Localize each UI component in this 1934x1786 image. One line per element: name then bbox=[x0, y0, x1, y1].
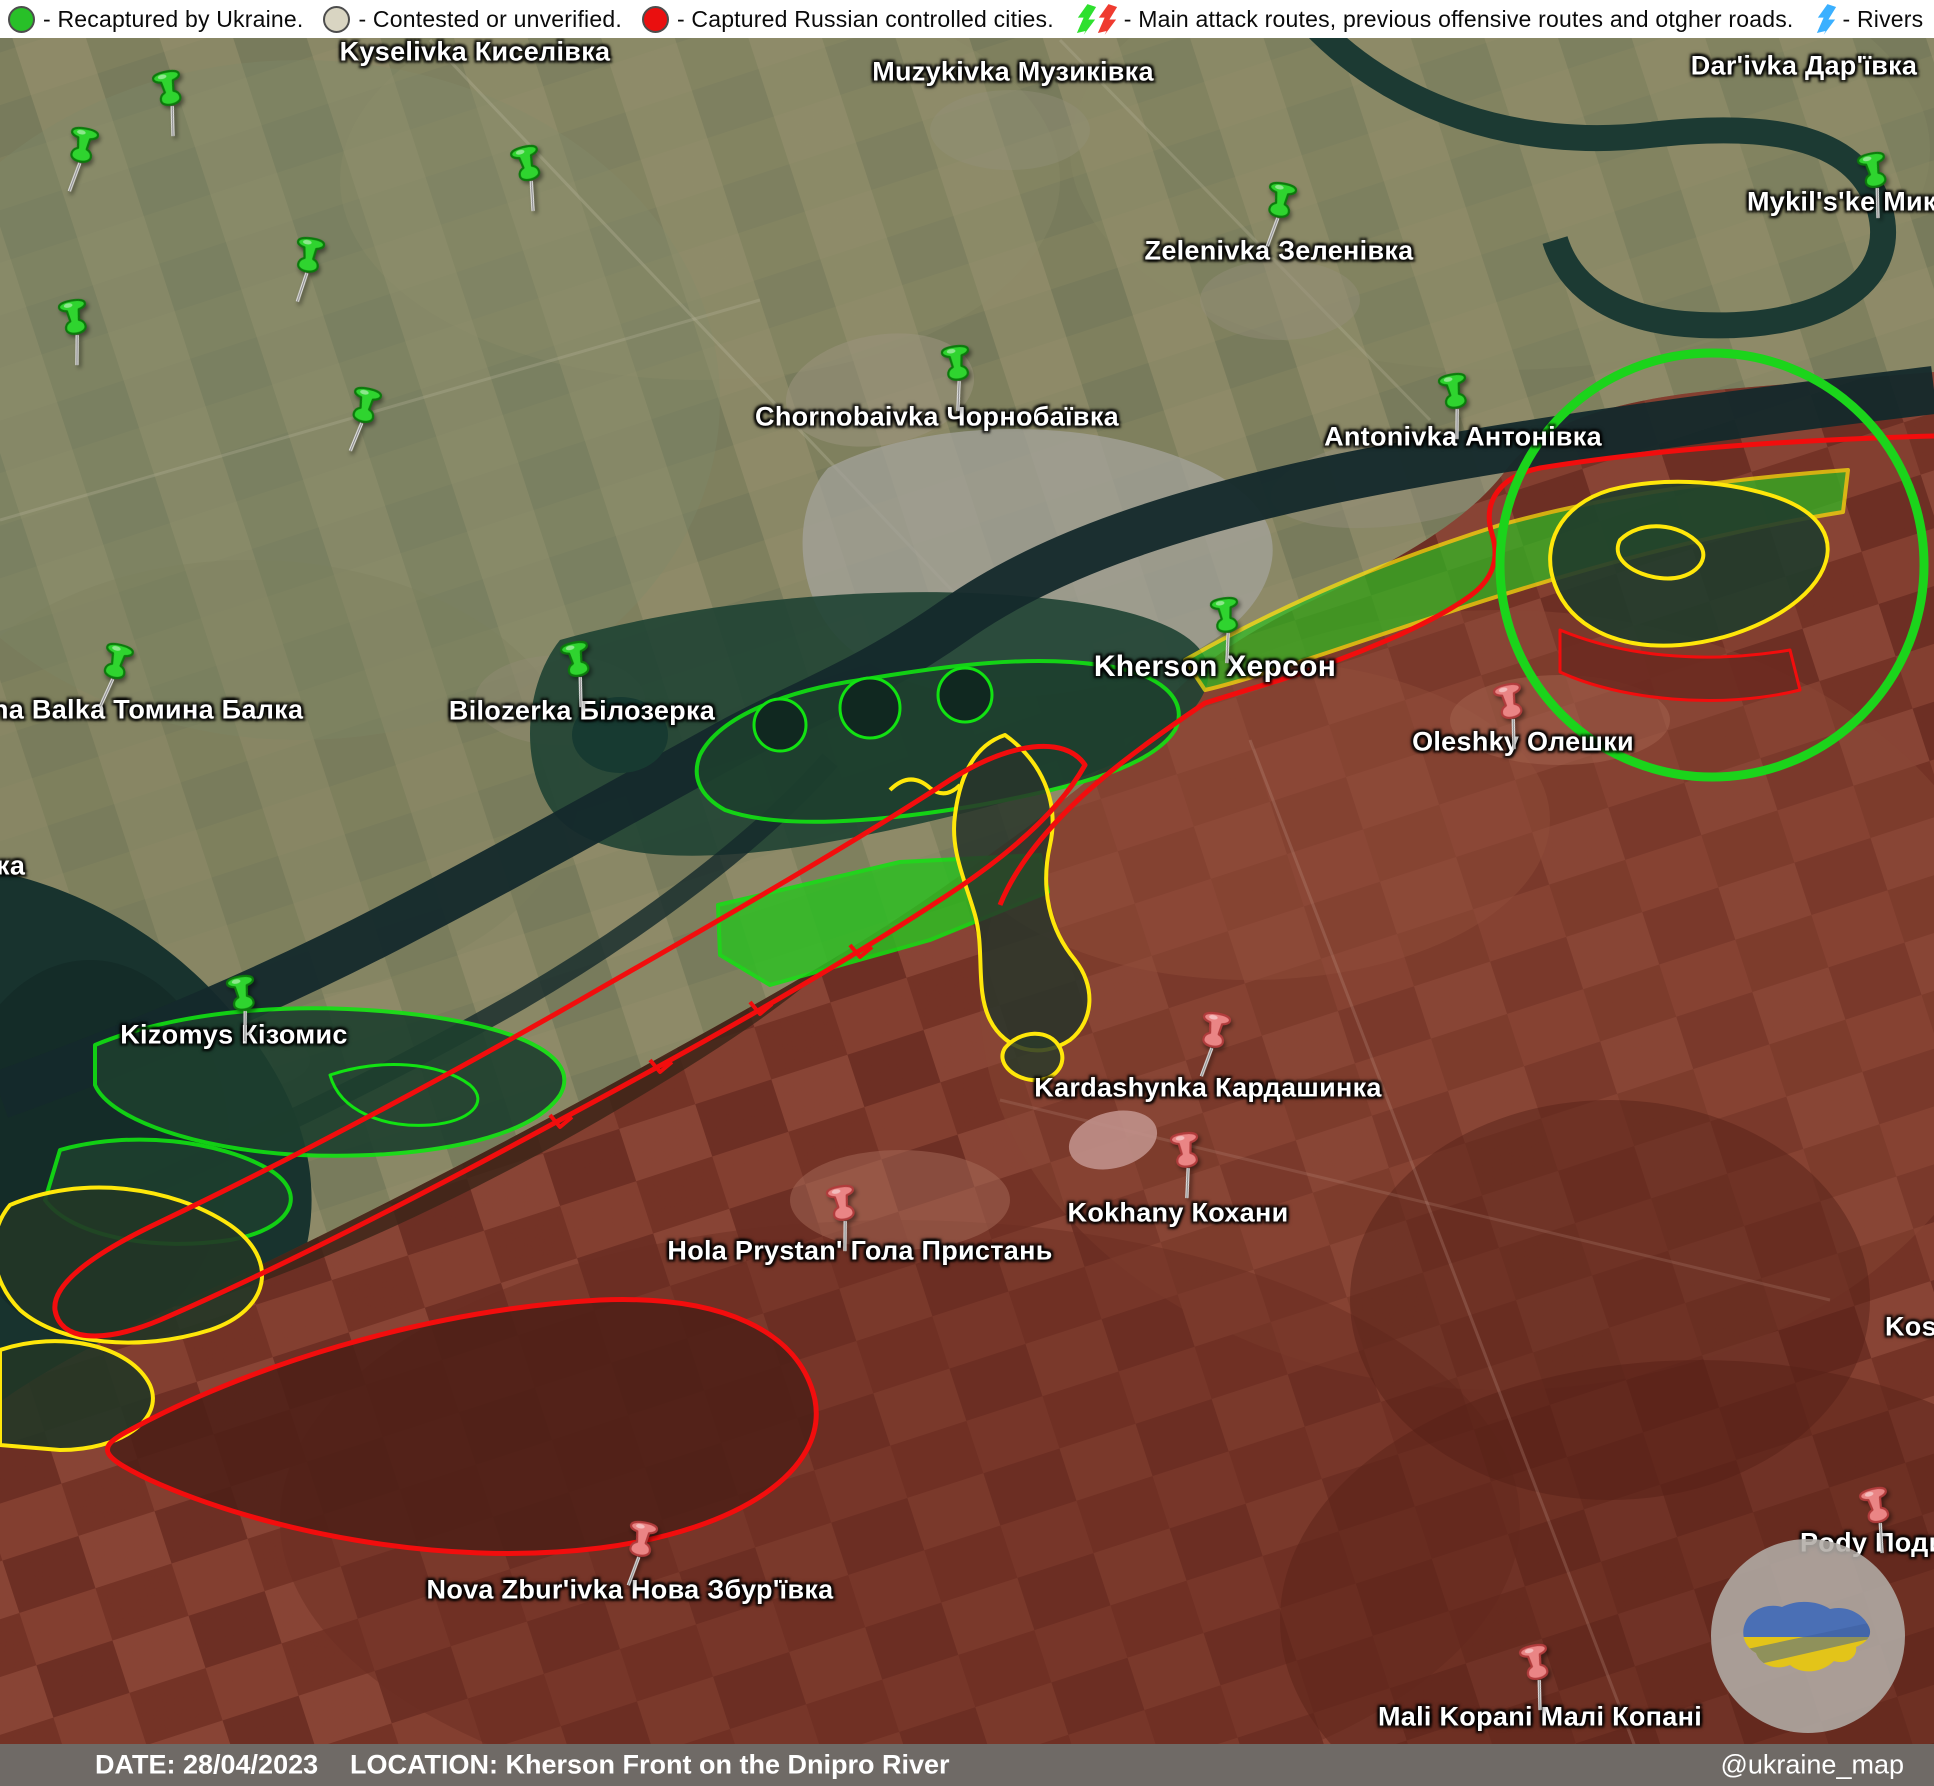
ukraine-map-logo bbox=[1711, 1539, 1905, 1733]
legend-item-attack-routes: - Main attack routes, previous offensive… bbox=[1074, 3, 1794, 36]
legend-item-recaptured: - Recaptured by Ukraine. bbox=[8, 6, 303, 33]
map-label-tomina-balka: na Balka Томина Балка bbox=[0, 695, 303, 726]
red-dot-icon bbox=[642, 6, 669, 33]
legend-bar: - Recaptured by Ukraine. - Contested or … bbox=[0, 0, 1934, 38]
legend-label: - Main attack routes, previous offensive… bbox=[1124, 6, 1794, 33]
legend-item-rivers: - Rivers bbox=[1814, 3, 1924, 36]
map-label-chornobaivka: Chornobaivka Чорнобаївка bbox=[755, 402, 1119, 433]
author-handle: @ukraine_map bbox=[1720, 1750, 1904, 1781]
map-location: LOCATION: Kherson Front on the Dnipro Ri… bbox=[350, 1750, 949, 1781]
ukraine-silhouette-icon bbox=[1738, 1591, 1878, 1681]
map-label-mykilske: Mykil's'ke Микі bbox=[1747, 187, 1934, 218]
map-label-darivka: Dar'ivka Дар'ївка bbox=[1691, 51, 1917, 82]
legend-item-contested: - Contested or unverified. bbox=[323, 6, 621, 33]
war-map-image[interactable]: - Recaptured by Ukraine. - Contested or … bbox=[0, 0, 1934, 1786]
map-date: DATE: 28/04/2023 bbox=[95, 1750, 318, 1781]
attack-routes-icon bbox=[1074, 3, 1116, 36]
legend-item-captured: - Captured Russian controlled cities. bbox=[642, 6, 1054, 33]
footer-bar: DATE: 28/04/2023 LOCATION: Kherson Front… bbox=[0, 1744, 1934, 1786]
legend-label: - Captured Russian controlled cities. bbox=[677, 6, 1054, 33]
map-label-muzykivka: Muzykivka Музиківка bbox=[872, 57, 1154, 88]
legend-label: - Recaptured by Ukraine. bbox=[43, 6, 303, 33]
gray-dot-icon bbox=[323, 6, 350, 33]
legend-label: - Rivers bbox=[1843, 6, 1924, 33]
legend-label: - Contested or unverified. bbox=[358, 6, 621, 33]
map-label-left-fragment: ка bbox=[0, 851, 25, 882]
green-dot-icon bbox=[8, 6, 35, 33]
map-label-kost: Kost bbox=[1885, 1312, 1934, 1343]
map-label-kyselivka: Kyselivka Киселівка bbox=[340, 37, 611, 68]
river-arrow-icon bbox=[1814, 3, 1835, 36]
